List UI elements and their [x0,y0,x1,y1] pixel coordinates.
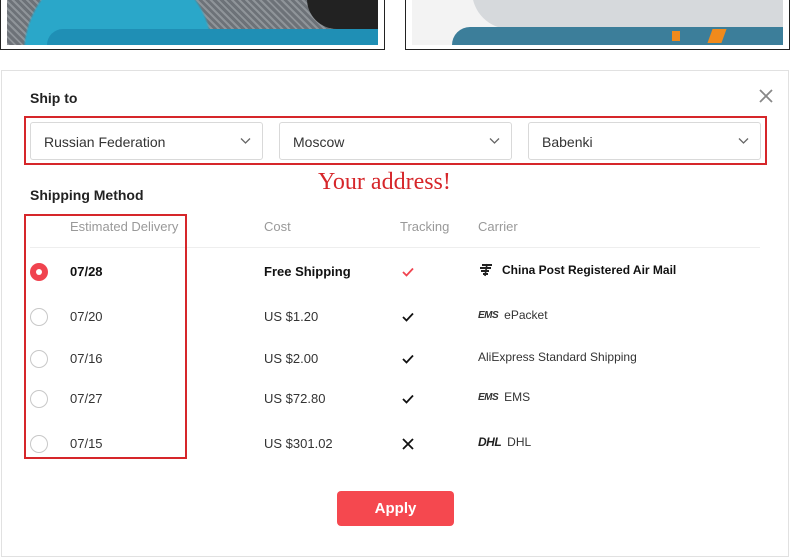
dhl-logo: DHL [478,435,502,449]
china-post-logo [480,263,492,277]
carrier-cell: DHL DHL [478,435,531,449]
shipping-cost: US $1.20 [264,309,319,324]
ems-logo: EMS [478,309,499,321]
column-header-tracking: Tracking [400,219,450,234]
apply-button[interactable]: Apply [337,491,454,526]
shipping-cost: US $301.02 [264,436,333,451]
delivery-dates-annotation-box [24,214,187,459]
check-icon [402,312,414,322]
ems-logo: EMS [478,391,499,403]
shipping-method-title: Shipping Method [30,187,144,203]
close-icon[interactable] [757,87,775,105]
shipping-cost: Free Shipping [264,264,351,279]
carrier-name: EMS [504,390,531,404]
column-header-carrier: Carrier [478,219,518,234]
address-annotation-box [24,116,767,165]
check-icon [402,394,414,404]
carrier-cell: EMS EMS [478,390,530,404]
check-icon [402,354,414,364]
column-header-cost: Cost [264,219,291,234]
shoe-photo [7,0,378,45]
carrier-cell: AliExpress Standard Shipping [478,350,637,364]
address-annotation-text: Your address! [318,169,451,195]
shoe-photo [412,0,783,45]
product-image-left[interactable] [0,0,385,50]
shipping-cost: US $2.00 [264,351,319,366]
carrier-name: AliExpress Standard Shipping [478,350,637,364]
carrier-name: DHL [507,435,532,449]
cross-icon [402,438,414,450]
ship-to-title: Ship to [30,90,78,106]
carrier-name: China Post Registered Air Mail [502,263,677,277]
product-image-right[interactable] [405,0,790,50]
carrier-name: ePacket [504,308,548,322]
carrier-cell: EMS ePacket [478,308,548,322]
check-icon [402,267,414,277]
shipping-cost: US $72.80 [264,391,326,406]
carrier-cell: China Post Registered Air Mail [478,263,676,277]
shipping-modal: Ship to Russian Federation Moscow Babenk… [1,70,789,557]
